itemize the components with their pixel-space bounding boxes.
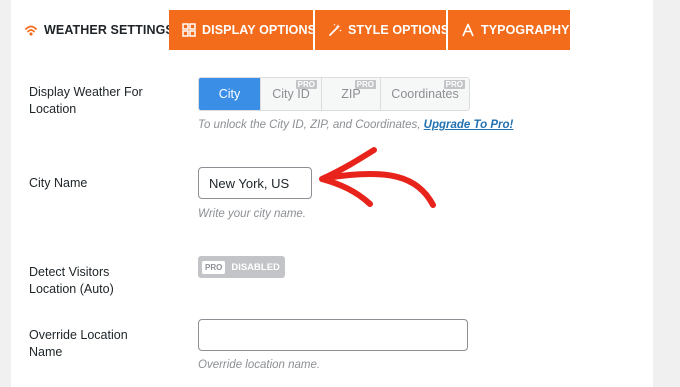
toggle-status: DISABLED (231, 261, 280, 273)
location-type-label: Display Weather For Location (29, 85, 143, 116)
upgrade-link[interactable]: Upgrade To Pro! (424, 119, 514, 131)
detect-location-toggle[interactable]: PRO DISABLED (198, 256, 285, 278)
tab-weather-settings[interactable]: WEATHER SETTINGS (11, 10, 174, 50)
tab-style-options[interactable]: STYLE OPTIONS (315, 10, 450, 50)
override-hint: Override location name. (198, 359, 321, 371)
detect-location-label: Detect Visitors Location (Auto) (29, 265, 114, 296)
option-label: Coordinates (391, 87, 459, 101)
option-label: ZIP (341, 87, 361, 101)
option-coordinates[interactable]: PRO Coordinates (380, 78, 469, 110)
tab-bar: WEATHER SETTINGS DISPLAY OPTIONS STYLE O… (11, 10, 572, 50)
letter-a-icon (461, 23, 475, 37)
magic-wand-icon (328, 23, 342, 37)
option-city[interactable]: City (199, 78, 260, 110)
tab-display-options[interactable]: DISPLAY OPTIONS (169, 10, 317, 50)
tab-typography[interactable]: TYPOGRAPHY (448, 10, 570, 50)
option-city-id[interactable]: PRO City ID (260, 78, 321, 110)
tab-label: TYPOGRAPHY (481, 23, 570, 37)
pro-badge: PRO (295, 80, 317, 89)
city-name-input[interactable] (198, 167, 312, 199)
override-location-input[interactable] (198, 319, 468, 351)
tab-label: WEATHER SETTINGS (44, 23, 174, 37)
pro-badge: PRO (354, 80, 376, 89)
pro-badge: PRO (202, 260, 226, 274)
tab-label: DISPLAY OPTIONS (202, 23, 317, 37)
override-location-label: Override Location Name (29, 328, 128, 359)
weather-signal-icon (24, 23, 38, 37)
option-zip[interactable]: PRO ZIP (321, 78, 380, 110)
tab-label: STYLE OPTIONS (348, 23, 450, 37)
city-name-label: City Name (29, 176, 88, 190)
grid-icon (182, 23, 196, 37)
city-hint: Write your city name. (198, 208, 306, 220)
option-label: City ID (272, 87, 310, 101)
pro-badge: PRO (443, 80, 465, 89)
location-hint-text: To unlock the City ID, ZIP, and Coordina… (198, 119, 421, 131)
red-arrow-annotation (319, 147, 436, 208)
option-label: City (218, 87, 241, 101)
location-type-selector: City PRO City ID PRO ZIP PRO Coordinates (198, 77, 470, 111)
location-hint: To unlock the City ID, ZIP, and Coordina… (198, 119, 513, 131)
